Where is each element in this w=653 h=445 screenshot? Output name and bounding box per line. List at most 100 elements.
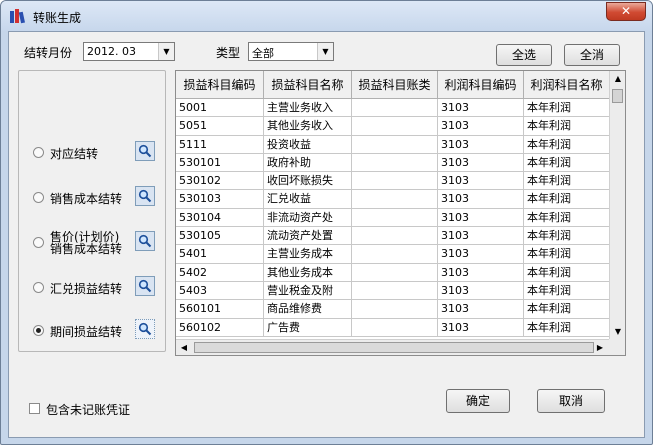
table-row[interactable]: 5001 主营业务收入 3103 本年利润 <box>176 99 610 118</box>
table-cell[interactable]: 本年利润 <box>524 263 610 282</box>
table-cell[interactable] <box>352 99 438 118</box>
search-icon[interactable] <box>135 231 155 251</box>
table-cell[interactable]: 530104 <box>176 208 264 228</box>
table-cell[interactable]: 商品维修费 <box>264 300 352 319</box>
table-cell[interactable]: 5001 <box>176 99 264 118</box>
search-icon[interactable] <box>135 319 155 339</box>
table-cell[interactable]: 本年利润 <box>524 153 610 173</box>
option-sales-cost-transfer[interactable]: 销售成本结转 <box>33 186 155 222</box>
table-cell[interactable]: 530103 <box>176 190 264 209</box>
radio-button-selected[interactable] <box>33 325 44 336</box>
table-row[interactable]: 530103 汇兑收益 3103 本年利润 <box>176 190 610 209</box>
search-icon[interactable] <box>135 141 155 161</box>
table-cell[interactable] <box>352 300 438 319</box>
table-cell[interactable]: 政府补助 <box>264 153 352 173</box>
table-row[interactable]: 5051 其他业务收入 3103 本年利润 <box>176 117 610 136</box>
type-select[interactable]: 全部 ▼ <box>248 42 334 61</box>
table-row[interactable]: 560102 广告费 3103 本年利润 <box>176 318 610 337</box>
table-cell[interactable]: 3103 <box>438 300 524 319</box>
table-cell[interactable]: 3103 <box>438 245 524 264</box>
radio-button[interactable] <box>33 282 44 293</box>
close-button[interactable]: ✕ <box>606 2 646 21</box>
table-row[interactable]: 530102 收回坏账损失 3103 本年利润 <box>176 172 610 191</box>
include-unposted-checkbox[interactable] <box>29 403 40 414</box>
table-cell[interactable]: 本年利润 <box>524 208 610 228</box>
table-cell[interactable]: 5403 <box>176 281 264 301</box>
table-cell[interactable]: 5111 <box>176 135 264 154</box>
table-cell[interactable]: 广告费 <box>264 318 352 337</box>
table-cell[interactable]: 主营业务成本 <box>264 245 352 264</box>
table-cell[interactable]: 530105 <box>176 227 264 246</box>
search-icon[interactable] <box>135 186 155 206</box>
table-cell[interactable]: 汇兑收益 <box>264 190 352 209</box>
table-cell[interactable]: 560102 <box>176 318 264 337</box>
ok-button[interactable]: 确定 <box>446 389 510 413</box>
table-cell[interactable]: 5051 <box>176 117 264 136</box>
table-cell[interactable] <box>352 318 438 337</box>
table-cell[interactable] <box>352 153 438 173</box>
table-row[interactable]: 5111 投资收益 3103 本年利润 <box>176 135 610 154</box>
table-cell[interactable]: 3103 <box>438 99 524 118</box>
option-exchange-gain-loss-transfer[interactable]: 汇兑损益结转 <box>33 276 155 312</box>
option-corresponding-transfer[interactable]: 对应结转 <box>33 141 155 177</box>
table-cell[interactable] <box>352 135 438 154</box>
table-cell[interactable] <box>352 172 438 191</box>
table-cell[interactable]: 530101 <box>176 153 264 173</box>
table-cell[interactable]: 3103 <box>438 172 524 191</box>
table-cell[interactable]: 530102 <box>176 172 264 191</box>
column-header[interactable]: 损益科目编码 <box>176 71 264 99</box>
option-planned-price-sales-cost-transfer[interactable]: 售价(计划价) 销售成本结转 <box>33 231 155 267</box>
column-header[interactable]: 损益科目账类 <box>352 71 438 99</box>
cancel-button[interactable]: 取消 <box>537 389 605 413</box>
radio-button[interactable] <box>33 192 44 203</box>
scroll-right-icon[interactable]: ▶ <box>592 340 608 355</box>
scroll-thumb[interactable] <box>194 342 594 353</box>
scroll-down-icon[interactable]: ▼ <box>610 324 625 340</box>
radio-button[interactable] <box>33 237 44 248</box>
table-cell[interactable] <box>352 117 438 136</box>
table-row[interactable]: 5402 其他业务成本 3103 本年利润 <box>176 263 610 282</box>
table-cell[interactable]: 主营业务收入 <box>264 99 352 118</box>
table-cell[interactable]: 本年利润 <box>524 318 610 337</box>
option-period-profit-loss-transfer[interactable]: 期间损益结转 <box>33 319 155 355</box>
select-all-button[interactable]: 全选 <box>496 44 552 66</box>
column-header[interactable]: 损益科目名称 <box>264 71 352 99</box>
table-cell[interactable] <box>352 190 438 209</box>
table-cell[interactable]: 本年利润 <box>524 117 610 136</box>
clear-all-button[interactable]: 全消 <box>564 44 620 66</box>
table-cell[interactable] <box>352 281 438 301</box>
table-cell[interactable]: 5402 <box>176 263 264 282</box>
chevron-down-icon[interactable]: ▼ <box>317 43 333 60</box>
table-cell[interactable] <box>352 263 438 282</box>
scroll-up-icon[interactable]: ▲ <box>610 71 625 87</box>
table-cell[interactable]: 本年利润 <box>524 172 610 191</box>
table-cell[interactable]: 3103 <box>438 318 524 337</box>
table-cell[interactable] <box>352 208 438 228</box>
table-cell[interactable]: 3103 <box>438 281 524 301</box>
table-row[interactable]: 5401 主营业务成本 3103 本年利润 <box>176 245 610 264</box>
month-select[interactable]: 2012. 03 ▼ <box>83 42 175 61</box>
scroll-left-icon[interactable]: ◀ <box>176 340 192 355</box>
table-cell[interactable]: 本年利润 <box>524 99 610 118</box>
table-row[interactable]: 5403 营业税金及附 3103 本年利润 <box>176 281 610 301</box>
table-cell[interactable]: 5401 <box>176 245 264 264</box>
table-row[interactable]: 530104 非流动资产处 3103 本年利润 <box>176 208 610 228</box>
table-row[interactable]: 530101 政府补助 3103 本年利润 <box>176 153 610 173</box>
table-cell[interactable]: 其他业务收入 <box>264 117 352 136</box>
table-cell[interactable]: 3103 <box>438 208 524 228</box>
radio-button[interactable] <box>33 147 44 158</box>
table-cell[interactable]: 营业税金及附 <box>264 281 352 301</box>
table-cell[interactable]: 3103 <box>438 153 524 173</box>
table-cell[interactable]: 3103 <box>438 227 524 246</box>
table-cell[interactable]: 560101 <box>176 300 264 319</box>
table-cell[interactable]: 本年利润 <box>524 300 610 319</box>
table-cell[interactable]: 本年利润 <box>524 281 610 301</box>
column-header[interactable]: 利润科目名称 <box>524 71 610 99</box>
transfer-table[interactable]: 损益科目编码 损益科目名称 损益科目账类 利润科目编码 利润科目名称 5001 主… <box>175 70 626 356</box>
table-cell[interactable]: 3103 <box>438 135 524 154</box>
horizontal-scrollbar[interactable]: ◀ ▶ <box>176 339 625 355</box>
table-cell[interactable]: 投资收益 <box>264 135 352 154</box>
table-row[interactable]: 530105 流动资产处置 3103 本年利润 <box>176 227 610 246</box>
column-header[interactable]: 利润科目编码 <box>438 71 524 99</box>
table-cell[interactable]: 3103 <box>438 190 524 209</box>
